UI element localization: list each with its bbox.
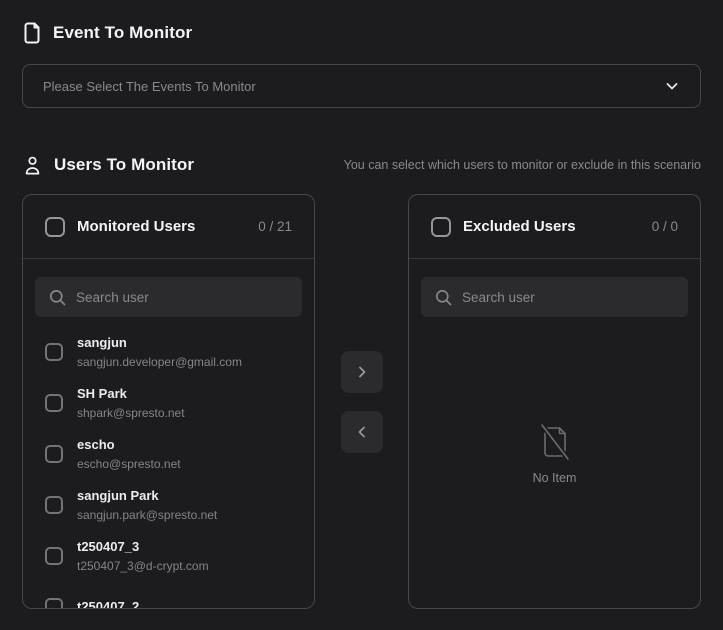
excluded-users-panel: Excluded Users 0 / 0: [408, 194, 701, 609]
user-email: sangjun.developer@gmail.com: [77, 355, 242, 369]
document-icon: [22, 22, 42, 44]
move-to-monitored-button[interactable]: [341, 411, 383, 453]
user-info: t250407_3 t250407_3@d-crypt.com: [77, 539, 209, 573]
excluded-select-all-checkbox[interactable]: [431, 217, 451, 237]
user-transfer-panels: Monitored Users 0 / 21 sangjun sangjun.de…: [22, 194, 701, 609]
excluded-users-count: 0 / 0: [652, 219, 678, 234]
monitored-search-box[interactable]: [35, 277, 302, 317]
transfer-buttons: [315, 194, 408, 609]
user-name: t250407_2: [77, 599, 139, 608]
user-name: escho: [77, 437, 181, 453]
monitored-users-title: Monitored Users: [77, 218, 195, 235]
chevron-left-icon: [355, 425, 369, 439]
event-select-placeholder: Please Select The Events To Monitor: [43, 79, 664, 94]
user-row[interactable]: sangjun Park sangjun.park@spresto.net: [45, 486, 292, 524]
monitored-users-panel: Monitored Users 0 / 21 sangjun sangjun.de…: [22, 194, 315, 609]
user-row[interactable]: t250407_3 t250407_3@d-crypt.com: [45, 537, 292, 575]
users-section-header: Users To Monitor You can select which us…: [22, 152, 701, 178]
user-name: SH Park: [77, 386, 185, 402]
user-name: sangjun Park: [77, 488, 217, 504]
move-to-excluded-button[interactable]: [341, 351, 383, 393]
user-name: sangjun: [77, 335, 242, 351]
user-checkbox[interactable]: [45, 496, 63, 514]
event-section-title: Event To Monitor: [53, 23, 192, 43]
excluded-users-title: Excluded Users: [463, 218, 576, 235]
user-checkbox[interactable]: [45, 394, 63, 412]
user-info: SH Park shpark@spresto.net: [77, 386, 185, 420]
user-email: t250407_3@d-crypt.com: [77, 559, 209, 573]
search-icon: [49, 289, 66, 306]
user-checkbox[interactable]: [45, 343, 63, 361]
search-icon: [435, 289, 452, 306]
user-row[interactable]: sangjun sangjun.developer@gmail.com: [45, 333, 292, 371]
user-row[interactable]: escho escho@spresto.net: [45, 435, 292, 473]
users-section-helper-text: You can select which users to monitor or…: [344, 158, 701, 172]
user-email: escho@spresto.net: [77, 457, 181, 471]
user-row[interactable]: SH Park shpark@spresto.net: [45, 384, 292, 422]
monitored-users-count: 0 / 21: [258, 219, 292, 234]
user-info: escho escho@spresto.net: [77, 437, 181, 471]
user-checkbox[interactable]: [45, 598, 63, 608]
user-checkbox[interactable]: [45, 547, 63, 565]
user-checkbox[interactable]: [45, 445, 63, 463]
user-info: sangjun Park sangjun.park@spresto.net: [77, 488, 217, 522]
excluded-search-box[interactable]: [421, 277, 688, 317]
user-email: shpark@spresto.net: [77, 406, 185, 420]
chevron-down-icon: [664, 78, 680, 94]
user-row[interactable]: t250407_2: [45, 588, 292, 608]
monitored-search-input[interactable]: [76, 290, 288, 305]
users-section-title: Users To Monitor: [54, 155, 194, 175]
no-item-icon: [538, 423, 572, 461]
users-section-title-group: Users To Monitor: [22, 152, 194, 178]
user-info: sangjun sangjun.developer@gmail.com: [77, 335, 242, 369]
event-section-header: Event To Monitor: [22, 20, 701, 46]
user-email: sangjun.park@spresto.net: [77, 508, 217, 522]
monitored-user-list[interactable]: sangjun sangjun.developer@gmail.com SH Par…: [23, 317, 314, 608]
excluded-users-header: Excluded Users 0 / 0: [409, 195, 700, 259]
excluded-empty-state: No Item: [409, 317, 700, 608]
chevron-right-icon: [355, 365, 369, 379]
scenario-config-page: Event To Monitor Please Select The Event…: [0, 0, 723, 609]
excluded-empty-text: No Item: [533, 471, 577, 485]
user-info: t250407_2: [77, 599, 139, 608]
user-icon: [22, 154, 43, 176]
monitored-select-all-checkbox[interactable]: [45, 217, 65, 237]
monitored-users-header: Monitored Users 0 / 21: [23, 195, 314, 259]
event-select-dropdown[interactable]: Please Select The Events To Monitor: [22, 64, 701, 108]
user-name: t250407_3: [77, 539, 209, 555]
excluded-search-input[interactable]: [462, 290, 674, 305]
